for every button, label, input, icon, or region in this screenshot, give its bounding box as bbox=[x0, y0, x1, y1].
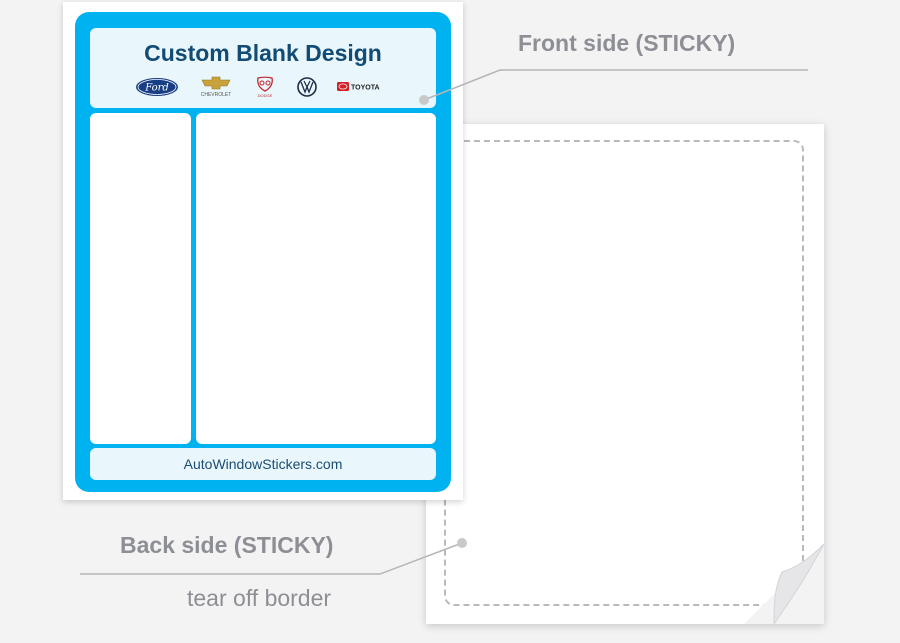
toyota-logo-text: TOYOTA bbox=[351, 85, 380, 92]
ford-logo-text: Ford bbox=[144, 83, 169, 94]
left-content-panel bbox=[90, 113, 191, 444]
chevrolet-logo-text: CHEVROLET bbox=[201, 92, 232, 98]
toyota-logo-icon: TOYOTA bbox=[337, 82, 380, 92]
design-title: Custom Blank Design bbox=[144, 40, 382, 66]
brand-logo-row: Ford CHEVROLET DODGE VW bbox=[130, 76, 410, 98]
page-curl-icon bbox=[744, 544, 824, 624]
right-content-panel bbox=[196, 113, 436, 444]
ford-logo-icon: Ford bbox=[136, 78, 178, 96]
front-sticker-sheet: Custom Blank Design Ford CHEVROLET DODGE bbox=[63, 2, 463, 500]
dodge-ram-logo-icon: DODGE bbox=[257, 76, 273, 98]
footer-panel: AutoWindowStickers.com bbox=[90, 448, 436, 480]
sticker-frame: Custom Blank Design Ford CHEVROLET DODGE bbox=[75, 12, 451, 492]
footer-url: AutoWindowStickers.com bbox=[183, 456, 343, 472]
dodge-logo-text: DODGE bbox=[258, 93, 273, 98]
volkswagen-logo-icon: VW bbox=[297, 77, 317, 97]
back-sticker-sheet bbox=[426, 124, 824, 624]
front-side-label: Front side (STICKY) bbox=[518, 30, 736, 56]
chevrolet-logo-icon: CHEVROLET bbox=[201, 76, 232, 98]
tear-off-border-label: tear off border bbox=[187, 585, 332, 611]
tear-off-border bbox=[444, 140, 804, 606]
back-side-label: Back side (STICKY) bbox=[120, 532, 334, 558]
header-panel: Custom Blank Design Ford CHEVROLET DODGE bbox=[90, 28, 436, 108]
